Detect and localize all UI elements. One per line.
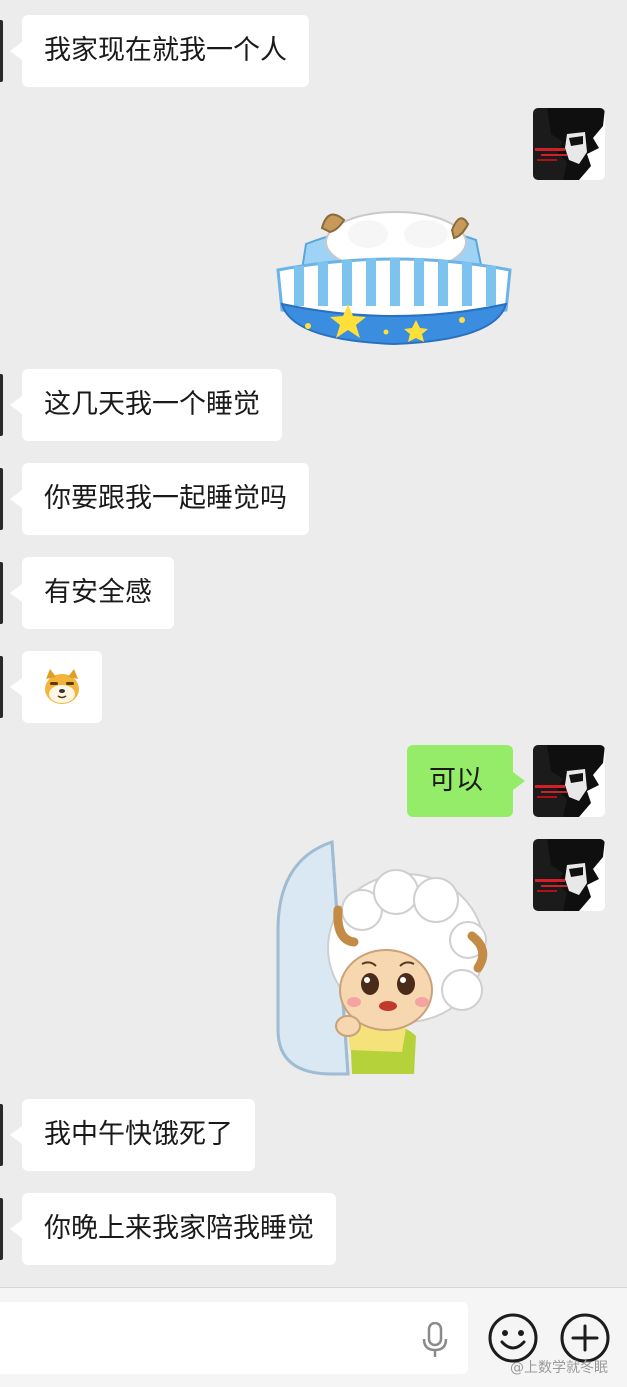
sheep-sleeping-image [276, 211, 512, 346]
cropped-avatar-edge [0, 374, 3, 436]
dog-face-emoji-icon [45, 669, 79, 704]
incoming-message[interactable]: 我家现在就我一个人 [10, 15, 309, 87]
incoming-message[interactable]: 你要跟我一起睡觉吗 [10, 463, 309, 535]
sheep-peeking-image [276, 839, 488, 1076]
avatar-image [533, 839, 605, 911]
outgoing-message[interactable]: 可以 [407, 745, 525, 817]
watermark: @上数学就冬眠 [510, 1360, 608, 1376]
sheep-peeking-sticker[interactable] [276, 839, 494, 1078]
user-avatar[interactable] [533, 745, 605, 817]
user-avatar[interactable] [533, 839, 605, 911]
user-avatar[interactable] [533, 108, 605, 180]
incoming-emoji-message[interactable] [10, 651, 102, 723]
message-text: 这几天我一个睡觉 [44, 389, 260, 420]
cropped-avatar-edge [0, 20, 3, 82]
avatar-image [533, 108, 605, 180]
incoming-message[interactable]: 这几天我一个睡觉 [10, 369, 282, 441]
sheep-sleeping-sticker[interactable] [276, 200, 512, 346]
message-text: 可以 [429, 765, 483, 796]
microphone-icon[interactable] [420, 1322, 450, 1358]
input-bar: @上数学就冬眠 [0, 1287, 627, 1387]
cropped-avatar-edge [0, 468, 3, 530]
avatar-image [533, 745, 605, 817]
message-text: 有安全感 [44, 577, 152, 608]
incoming-message[interactable]: 你晚上来我家陪我睡觉 [10, 1193, 336, 1265]
message-text: 我中午快饿死了 [44, 1119, 233, 1150]
message-text: 你晚上来我家陪我睡觉 [44, 1213, 314, 1244]
cropped-avatar-edge [0, 1198, 3, 1260]
message-text: 我家现在就我一个人 [44, 35, 287, 66]
cropped-avatar-edge [0, 656, 3, 718]
incoming-message[interactable]: 有安全感 [10, 557, 174, 629]
message-text: 你要跟我一起睡觉吗 [44, 483, 287, 514]
cropped-avatar-edge [0, 1104, 3, 1166]
cropped-avatar-edge [0, 562, 3, 624]
incoming-message[interactable]: 我中午快饿死了 [10, 1099, 255, 1171]
chat-history[interactable]: 我家现在就我一个人 这几天我一个睡觉 你要跟我一起睡觉吗 有安全感 可以 我中午… [0, 0, 627, 1287]
message-input[interactable] [0, 1302, 468, 1374]
